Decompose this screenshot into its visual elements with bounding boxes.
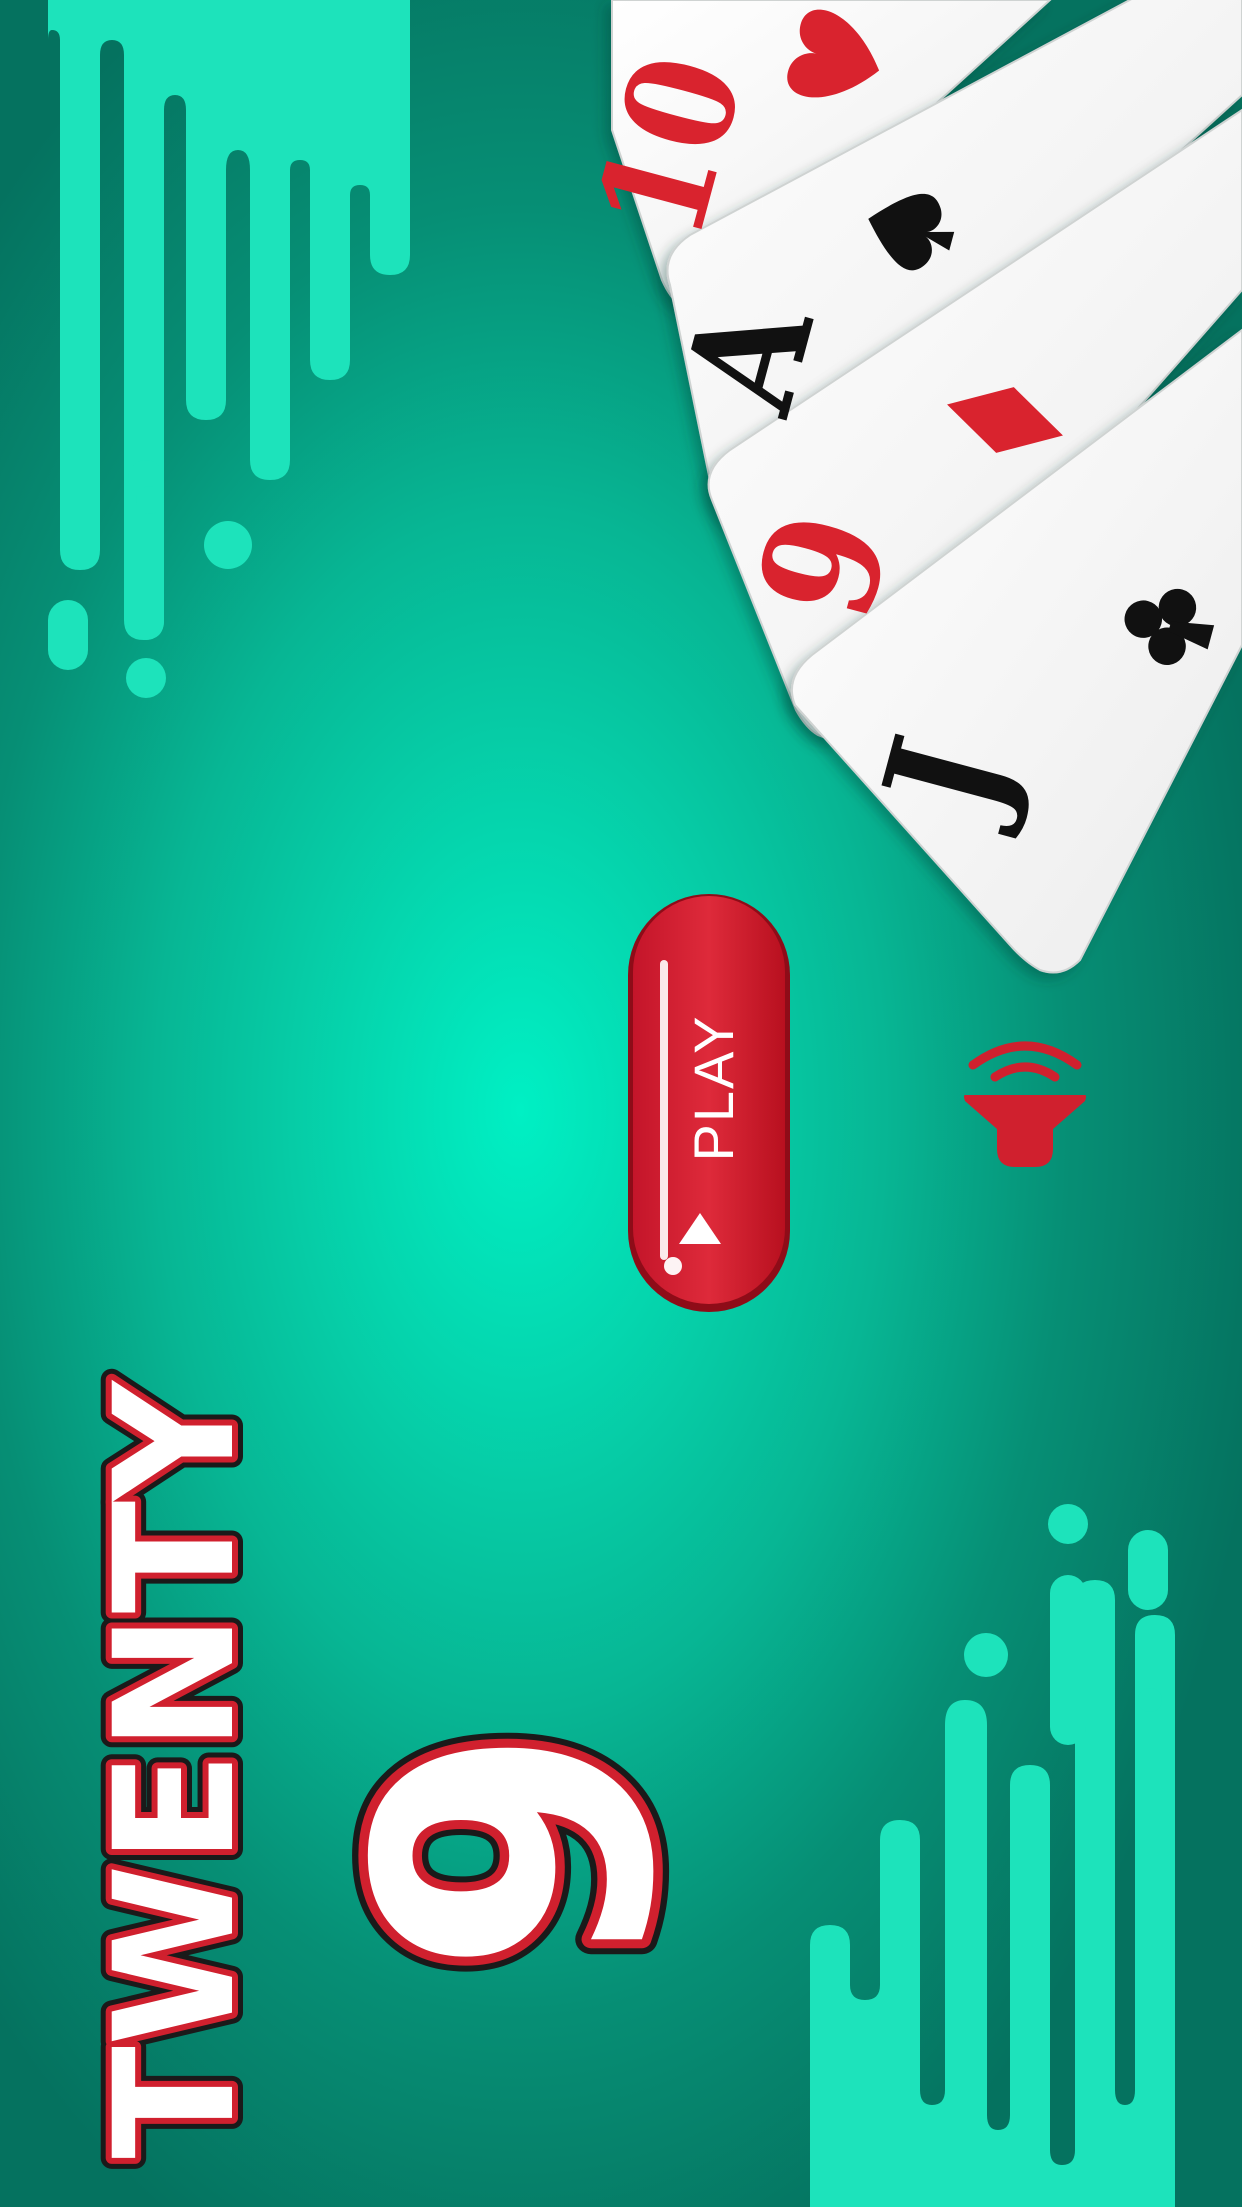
- play-button[interactable]: PLAY: [628, 894, 790, 1312]
- playing-cards-fan: 10 A 9 J: [563, 0, 1242, 974]
- speaker-waves-icon[interactable]: [964, 1041, 1086, 1167]
- menu-scene: 10 A 9 J TWENTY TWENTY TWENTY 9 9 9 PLAY: [48, 0, 1242, 2207]
- logo-number: 9: [298, 1725, 738, 1975]
- game-logo: TWENTY TWENTY TWENTY 9 9 9: [68, 1368, 753, 2170]
- drip-decoration-top: [48, 0, 410, 698]
- drip-decoration-bottom: [810, 1504, 1175, 2207]
- play-button-gloss: [664, 1257, 682, 1275]
- play-button-label: PLAY: [682, 1014, 745, 1161]
- logo-word: TWENTY: [79, 1379, 271, 2159]
- play-button-highlight: [660, 960, 668, 1260]
- game-menu-screen: 10 A 9 J TWENTY TWENTY TWENTY 9 9 9 PLAY: [0, 0, 1242, 2207]
